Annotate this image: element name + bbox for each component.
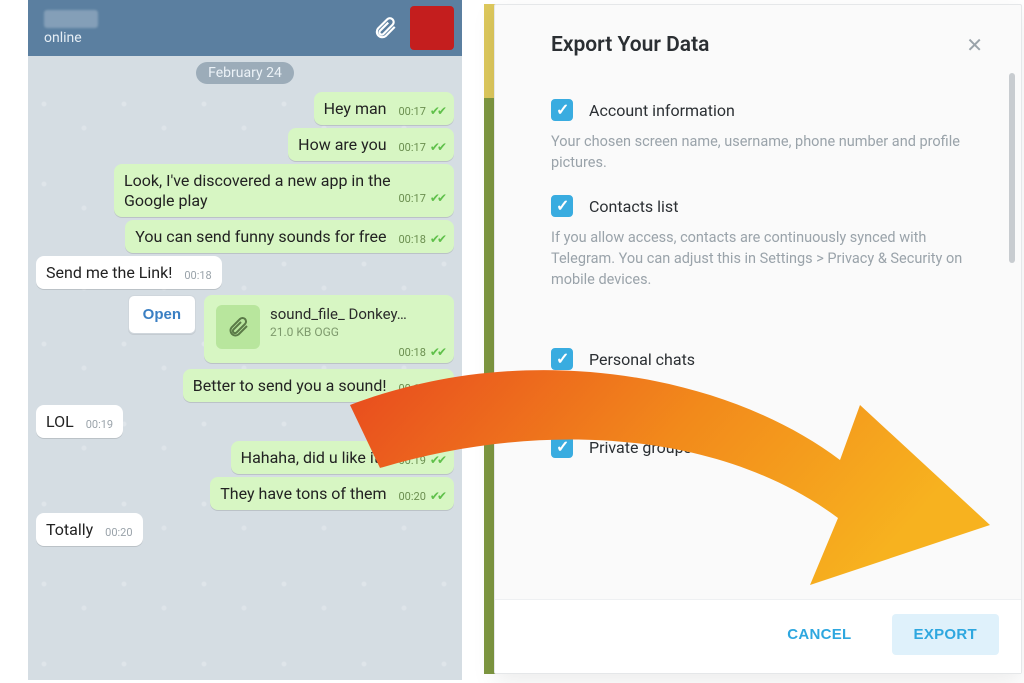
message-time: 00:19 bbox=[398, 382, 425, 396]
message-time: 00:18 bbox=[398, 233, 425, 247]
option-label: Personal chats bbox=[589, 350, 695, 369]
dialog-title: Export Your Data bbox=[551, 33, 958, 57]
contact-name-blurred bbox=[44, 10, 98, 28]
open-button[interactable]: Open bbox=[128, 295, 196, 334]
option-contacts-list[interactable]: ✓ Contacts list If you allow access, con… bbox=[551, 195, 991, 290]
message-in[interactable]: LOL 00:19 bbox=[36, 405, 123, 438]
read-ticks-icon: ✔✔ bbox=[430, 381, 444, 396]
checkbox-unchecked-icon[interactable]: ✓ bbox=[551, 392, 573, 414]
message-out[interactable]: Hahaha, did u like it? 00:19 ✔✔ bbox=[231, 441, 454, 474]
option-bot-chats[interactable]: ✓ Bot chats bbox=[551, 392, 991, 414]
dialog-header: Export Your Data ✕ bbox=[495, 5, 1021, 71]
checkbox-checked-icon[interactable]: ✓ bbox=[551, 436, 573, 458]
read-ticks-icon: ✔✔ bbox=[430, 140, 444, 155]
close-icon[interactable]: ✕ bbox=[958, 29, 991, 61]
message-text: How are you bbox=[298, 135, 386, 154]
option-label: Account information bbox=[589, 101, 735, 120]
read-ticks-icon: ✔✔ bbox=[430, 453, 444, 468]
dialog-body[interactable]: ✓ Account information Your chosen screen… bbox=[495, 71, 1021, 599]
message-out[interactable]: Look, I've discovered a new app in the G… bbox=[114, 164, 454, 217]
message-text: They have tons of them bbox=[220, 484, 386, 503]
message-time: 00:19 bbox=[398, 454, 425, 468]
message-text: Look, I've discovered a new app in the G… bbox=[124, 171, 391, 210]
read-ticks-icon: ✔✔ bbox=[430, 232, 444, 247]
file-attachment-row: Open sound_file_ Donkey… 21.0 KB OGG 00:… bbox=[128, 295, 454, 363]
message-text: Hahaha, did u like it? bbox=[241, 448, 387, 467]
message-in[interactable]: Send me the Link! 00:18 bbox=[36, 256, 222, 289]
option-personal-chats[interactable]: ✓ Personal chats bbox=[551, 348, 991, 370]
export-button[interactable]: EXPORT bbox=[892, 614, 999, 655]
avatar[interactable] bbox=[410, 6, 454, 50]
message-in[interactable]: Totally 00:20 bbox=[36, 513, 143, 546]
attach-icon[interactable] bbox=[368, 11, 402, 45]
message-text: LOL bbox=[46, 412, 74, 431]
option-label: Contacts list bbox=[589, 197, 678, 216]
message-time: 00:17 bbox=[398, 105, 425, 119]
read-ticks-icon: ✔✔ bbox=[430, 104, 444, 119]
message-time: 00:19 bbox=[86, 418, 113, 432]
checkbox-checked-icon[interactable]: ✓ bbox=[551, 195, 573, 217]
option-description: If you allow access, contacts are contin… bbox=[551, 227, 991, 290]
message-text: Send me the Link! bbox=[46, 263, 172, 282]
chat-header: online bbox=[28, 0, 462, 56]
option-private-groups[interactable]: ✓ Private groups bbox=[551, 436, 991, 458]
message-time: 00:20 bbox=[105, 526, 132, 540]
message-time: 00:18 bbox=[398, 346, 425, 359]
option-description: Your chosen screen name, username, phone… bbox=[551, 131, 991, 173]
read-ticks-icon: ✔✔ bbox=[430, 489, 444, 504]
contact-status: online bbox=[44, 30, 368, 46]
checkbox-checked-icon[interactable]: ✓ bbox=[551, 99, 573, 121]
message-time: 00:20 bbox=[398, 490, 425, 504]
read-ticks-icon: ✔✔ bbox=[430, 191, 444, 206]
date-separator: February 24 bbox=[196, 62, 294, 84]
scrollbar-thumb[interactable] bbox=[1009, 73, 1015, 263]
export-dialog: Export Your Data ✕ ✓ Account information… bbox=[494, 4, 1022, 674]
file-message[interactable]: sound_file_ Donkey… 21.0 KB OGG 00:18✔✔ bbox=[204, 295, 454, 363]
message-text: You can send funny sounds for free bbox=[135, 227, 386, 246]
message-text: Better to send you a sound! bbox=[193, 376, 387, 395]
cancel-button[interactable]: CANCEL bbox=[765, 614, 873, 655]
message-time: 00:17 bbox=[398, 192, 425, 206]
option-label: Bot chats bbox=[589, 394, 657, 413]
message-time: 00:17 bbox=[398, 141, 425, 155]
message-time: 00:18 bbox=[184, 269, 211, 283]
message-text: Hey man bbox=[324, 99, 387, 118]
dialog-footer: CANCEL EXPORT bbox=[495, 599, 1021, 673]
message-out[interactable]: How are you 00:17 ✔✔ bbox=[288, 128, 454, 161]
message-out[interactable]: Hey man 00:17 ✔✔ bbox=[314, 92, 454, 125]
message-list: Hey man 00:17 ✔✔ How are you 00:17 ✔✔ Look… bbox=[28, 92, 462, 546]
read-ticks-icon: ✔✔ bbox=[430, 345, 444, 359]
message-out[interactable]: You can send funny sounds for free 00:18… bbox=[125, 220, 454, 253]
checkbox-checked-icon[interactable]: ✓ bbox=[551, 348, 573, 370]
option-account-information[interactable]: ✓ Account information Your chosen screen… bbox=[551, 99, 991, 173]
message-out[interactable]: Better to send you a sound! 00:19 ✔✔ bbox=[183, 369, 454, 402]
option-label: Private groups bbox=[589, 438, 692, 457]
message-text: Totally bbox=[46, 520, 93, 539]
file-name: sound_file_ Donkey… bbox=[270, 305, 442, 323]
attachment-icon bbox=[216, 305, 260, 349]
message-out[interactable]: They have tons of them 00:20 ✔✔ bbox=[210, 477, 454, 510]
chat-window: online February 24 Hey man 00:17 ✔✔ How a… bbox=[28, 0, 462, 680]
